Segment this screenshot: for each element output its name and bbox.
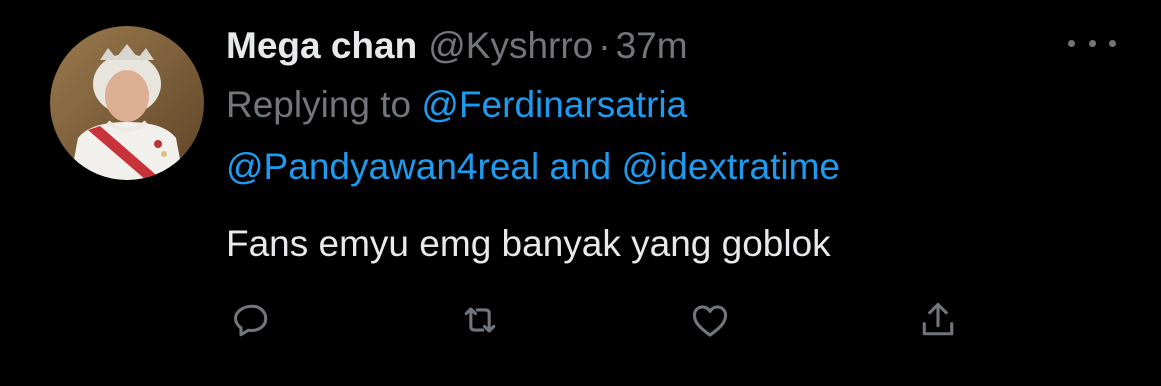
- tweet: Mega chan @Kyshrro · 37m Replying to @Fe…: [0, 0, 1161, 386]
- timestamp[interactable]: 37m: [616, 26, 688, 66]
- mention-link[interactable]: @Pandyawan4real: [226, 146, 539, 187]
- tweet-header: Mega chan @Kyshrro · 37m: [226, 26, 688, 66]
- display-name[interactable]: Mega chan: [226, 26, 417, 66]
- replying-to-line-continued: @Pandyawan4real and @idextratime: [226, 145, 840, 189]
- replying-to-line: Replying to @Ferdinarsatria: [226, 83, 687, 127]
- retweet-button[interactable]: [454, 294, 506, 346]
- more-options-button[interactable]: [1068, 31, 1116, 55]
- share-button[interactable]: [912, 294, 964, 346]
- reply-button[interactable]: [226, 294, 278, 346]
- tweet-actions: [226, 294, 986, 346]
- more-horizontal-icon: [1088, 39, 1096, 47]
- mention-link[interactable]: @idextratime: [622, 146, 841, 187]
- retweet-icon: [464, 307, 496, 333]
- more-horizontal-icon: [1109, 39, 1116, 47]
- reply-icon: [233, 304, 268, 337]
- replying-to-label: Replying to: [226, 84, 412, 125]
- user-handle[interactable]: @Kyshrro: [428, 26, 593, 66]
- mentions-joiner: and: [549, 146, 612, 187]
- like-button[interactable]: [684, 294, 736, 346]
- share-icon: [922, 302, 954, 336]
- separator-dot: ·: [598, 25, 611, 66]
- heart-icon: [692, 305, 728, 337]
- tweet-text: Fans emyu emg banyak yang goblok: [226, 223, 831, 264]
- mention-link[interactable]: @Ferdinarsatria: [421, 84, 687, 125]
- avatar[interactable]: [50, 26, 204, 180]
- avatar-image: [50, 26, 204, 180]
- more-horizontal-icon: [1068, 39, 1075, 47]
